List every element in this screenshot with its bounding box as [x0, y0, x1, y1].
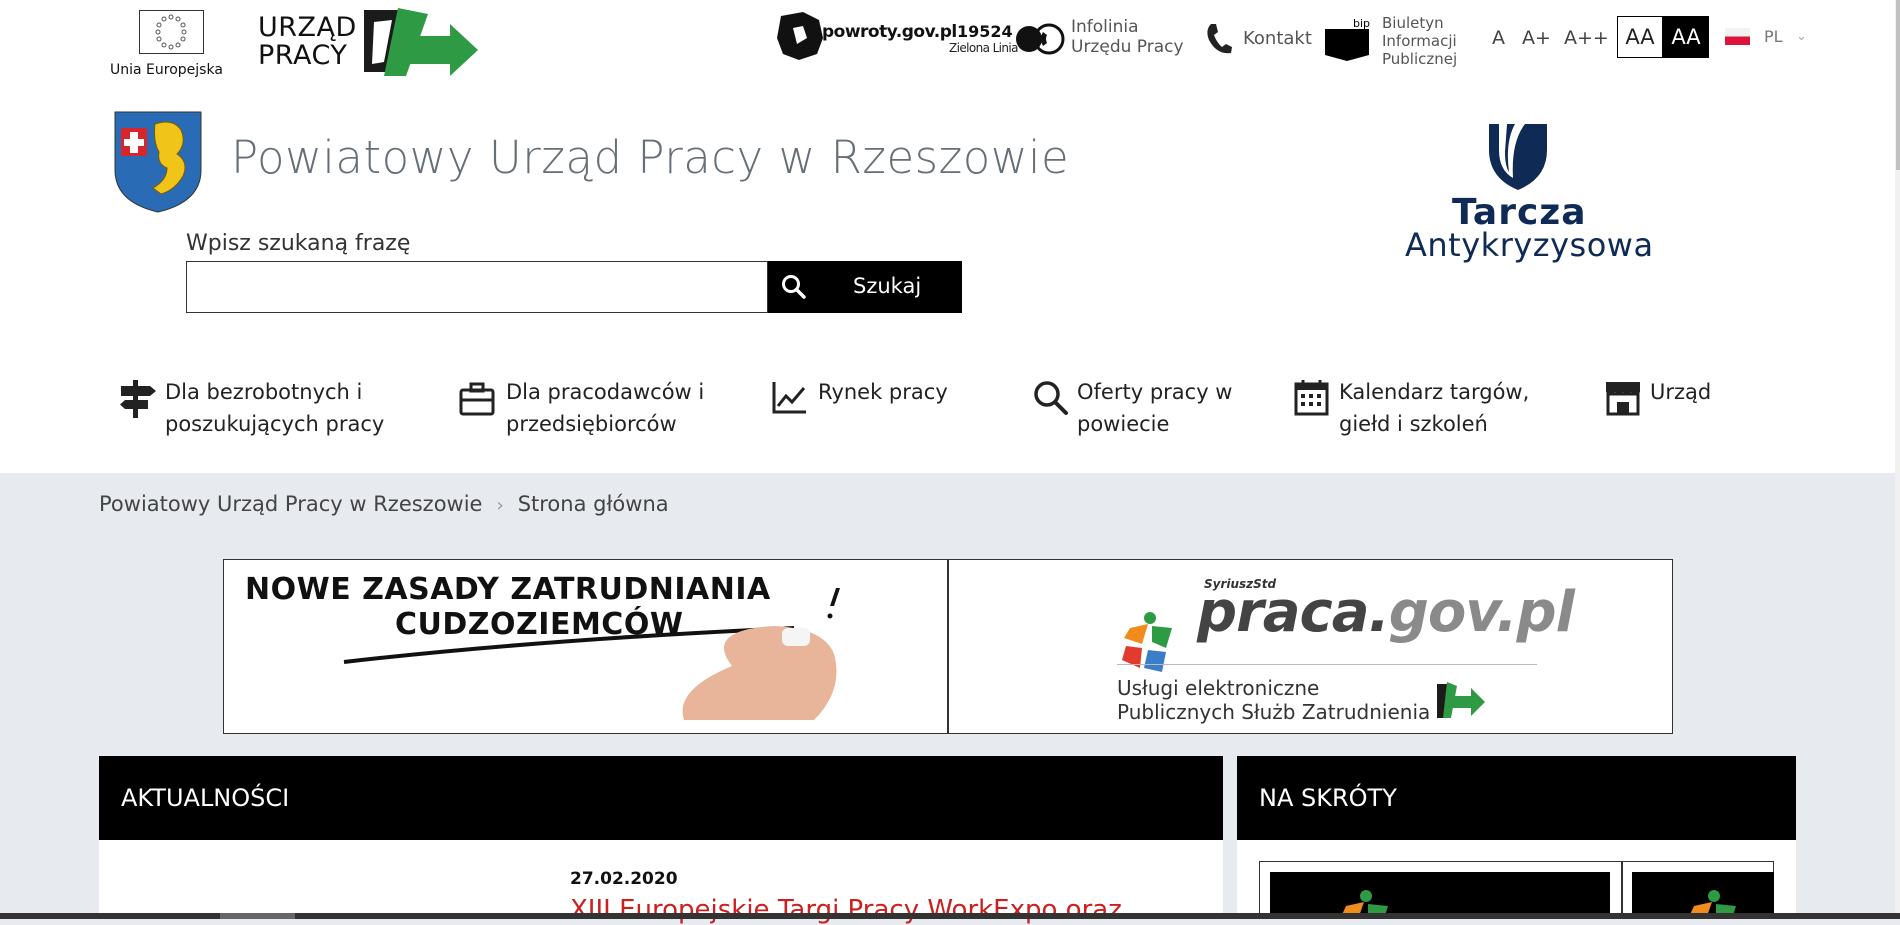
eu-label: Unia Europejska — [110, 62, 223, 78]
scrollbar-thumb[interactable] — [1896, 0, 1900, 170]
bip-link[interactable]: Biuletyn Informacji Publicznej — [1382, 14, 1457, 68]
font-size-normal-button[interactable]: A — [1492, 27, 1505, 49]
powroty-link[interactable]: powroty.gov.pl — [822, 22, 957, 42]
search-icon — [782, 275, 806, 299]
shortcut-divider — [1621, 861, 1623, 919]
phone-circle-icon[interactable] — [1015, 22, 1065, 60]
banner-praca-gov-logo: praca.gov.pl — [1197, 580, 1575, 645]
nav-item-bezrobotni[interactable]: Dla bezrobotnych i poszukujących pracy — [118, 376, 384, 440]
chevron-down-icon[interactable]: ⌄ — [1796, 29, 1807, 44]
shortcuts-heading: NA SKRÓTY — [1237, 756, 1796, 840]
news-item-date: 27.02.2020 — [570, 869, 678, 889]
search-icon — [1034, 381, 1068, 415]
search-label: Wpisz szukaną frazę — [186, 231, 411, 256]
news-heading: AKTUALNOŚCI — [99, 756, 1223, 840]
shield-icon[interactable] — [1485, 120, 1551, 196]
eu-flag-icon[interactable] — [139, 10, 204, 54]
search-button-label: Szukaj — [853, 274, 922, 298]
bip-icon[interactable]: bip — [1323, 15, 1373, 67]
banner-divider-line — [1117, 664, 1537, 665]
nav-item-oferty-pracy[interactable]: Oferty pracy w powiecie — [1031, 376, 1232, 440]
font-size-medium-button[interactable]: A+ — [1522, 27, 1551, 49]
nav-item-pracodawcy[interactable]: Dla pracodawców i przedsiębiorców — [458, 376, 704, 440]
nav-item-rynek-pracy[interactable]: Rynek pracy — [770, 376, 948, 418]
zielona-linia-number[interactable]: 19524 — [957, 22, 1013, 41]
infolinia-link[interactable]: Infolinia Urzędu Pracy — [1071, 17, 1184, 57]
breadcrumb-root[interactable]: Powiatowy Urząd Pracy w Rzeszowie — [99, 492, 482, 516]
polish-flag-icon[interactable] — [1725, 28, 1750, 45]
phone-icon[interactable] — [1205, 22, 1233, 60]
tarcza-subtitle[interactable]: Antykryzysowa — [1405, 226, 1654, 264]
nav-item-kalendarz[interactable]: Kalendarz targów, giełd i szkoleń — [1293, 376, 1529, 440]
taskbar-item[interactable] — [220, 913, 295, 919]
urzad-pracy-logo-text[interactable]: URZĄD PRACY — [258, 14, 357, 70]
briefcase-icon — [459, 382, 495, 416]
coat-of-arms-icon[interactable] — [113, 110, 203, 218]
language-selector[interactable]: PL — [1764, 27, 1783, 46]
banner-praca-gov-line-1: Usługi elektroniczne — [1117, 676, 1320, 700]
chevron-right-icon: › — [496, 495, 504, 516]
contrast-high-button[interactable]: AA — [1663, 16, 1709, 58]
breadcrumb-current: Strona główna — [517, 492, 669, 516]
zielona-linia-label[interactable]: Zielona Linia — [949, 41, 1019, 55]
banner-cudzoziemcy-title-2: CUDZOZIEMCÓW — [395, 607, 684, 642]
building-icon — [1606, 382, 1640, 416]
chart-icon — [772, 382, 806, 414]
site-title[interactable]: Powiatowy Urząd Pracy w Rzeszowie — [231, 131, 1069, 184]
nav-item-urzad[interactable]: Urząd — [1604, 376, 1711, 418]
kontakt-link[interactable]: Kontakt — [1243, 28, 1312, 49]
search-input[interactable] — [186, 261, 768, 313]
poland-map-icon[interactable] — [773, 8, 825, 66]
signpost-icon — [120, 380, 156, 418]
banner-cudzoziemcy-title-1: NOWE ZASADY ZATRUDNIANIA — [245, 572, 771, 607]
breadcrumb: Powiatowy Urząd Pracy w Rzeszowie › Strona… — [99, 492, 669, 516]
banner-praca-gov-line-2: Publicznych Służb Zatrudnienia — [1117, 700, 1431, 724]
banner-divider — [947, 559, 949, 734]
svg-text:bip: bip — [1353, 17, 1370, 30]
urzad-pracy-logo-icon[interactable] — [362, 6, 480, 86]
search-button[interactable]: Szukaj — [768, 261, 962, 313]
font-size-large-button[interactable]: A++ — [1564, 27, 1609, 49]
shortcut-tile[interactable] — [1632, 872, 1774, 919]
shortcut-tile[interactable] — [1270, 872, 1610, 919]
calendar-icon — [1294, 380, 1329, 416]
news-item-title[interactable]: XIII Europejskie Targi Pracy WorkExpo or… — [570, 895, 1122, 925]
contrast-normal-button[interactable]: AA — [1617, 16, 1663, 58]
